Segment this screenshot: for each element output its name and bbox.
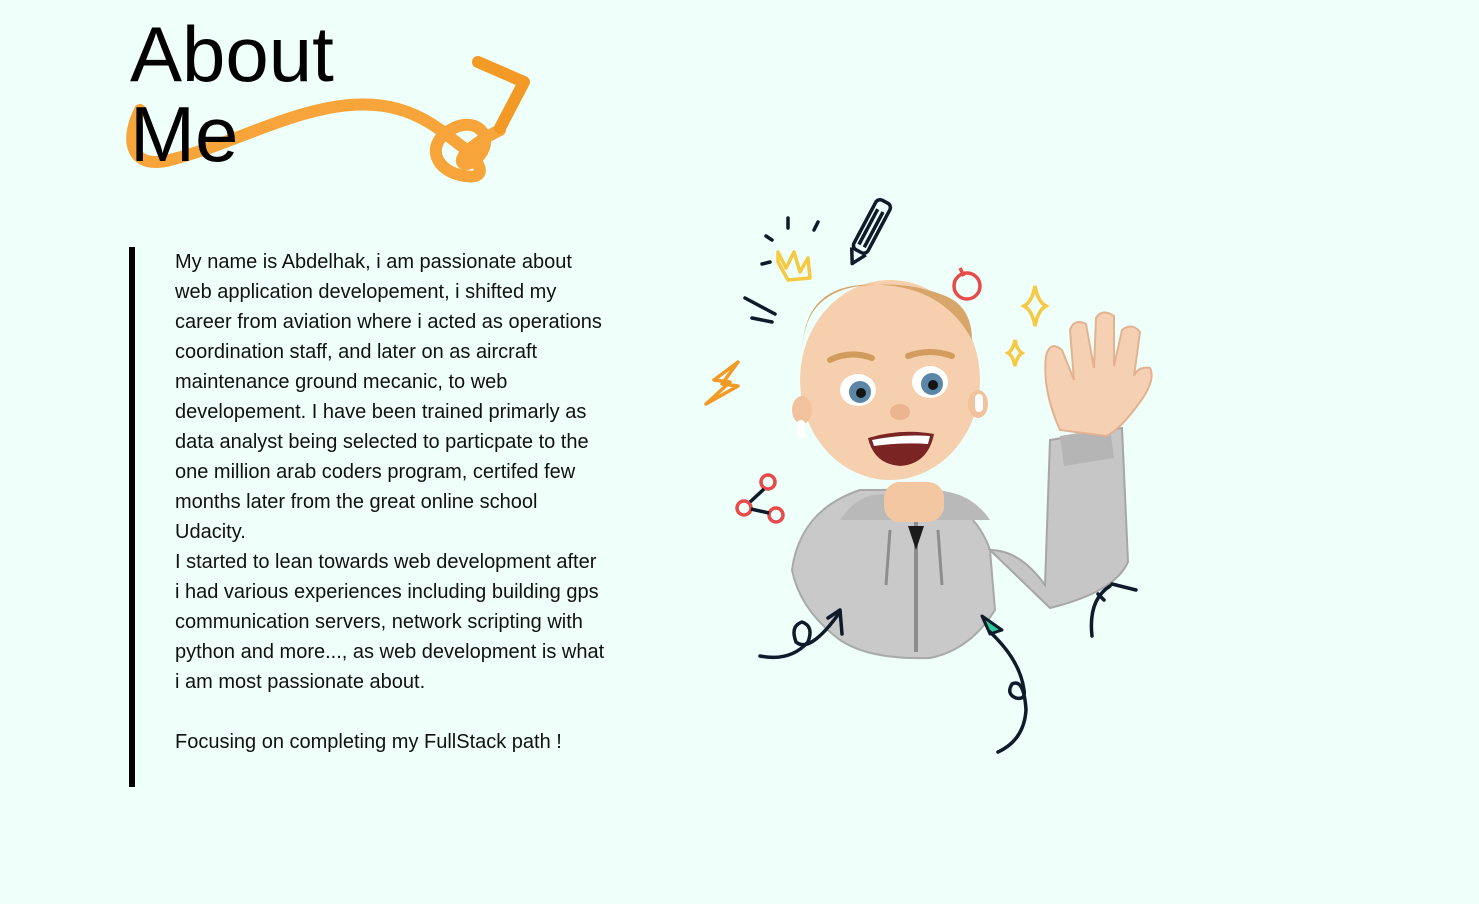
about-page: About Me My name is Abdelhak, i am passi…: [0, 0, 1479, 904]
share-icon: [735, 473, 785, 524]
title-line-1: About: [130, 10, 334, 98]
arrow-icon: [758, 608, 844, 660]
crown-icon: [776, 250, 812, 282]
bio-block: My name is Abdelhak, i am passionate abo…: [129, 247, 605, 787]
pin-icon: [952, 267, 982, 301]
sparkle-small-icon: [1004, 339, 1026, 367]
bio-text: My name is Abdelhak, i am passionate abo…: [175, 247, 605, 757]
cursor-icon: [980, 614, 1028, 754]
bio-paragraph-1: My name is Abdelhak, i am passionate abo…: [175, 251, 602, 543]
bio-paragraph-3: Focusing on completing my FullStack path…: [175, 731, 562, 753]
waving-avatar-illustration: [704, 198, 1153, 754]
page-title: About Me: [130, 14, 334, 174]
sparkle-icon: [1020, 285, 1050, 327]
waving-hand-icon: [1044, 311, 1153, 438]
title-line-2: Me: [130, 90, 239, 178]
pencil-icon: [849, 198, 893, 266]
lightning-icon: [704, 360, 740, 406]
bio-paragraph-2: I started to lean towards web developmen…: [175, 551, 605, 693]
